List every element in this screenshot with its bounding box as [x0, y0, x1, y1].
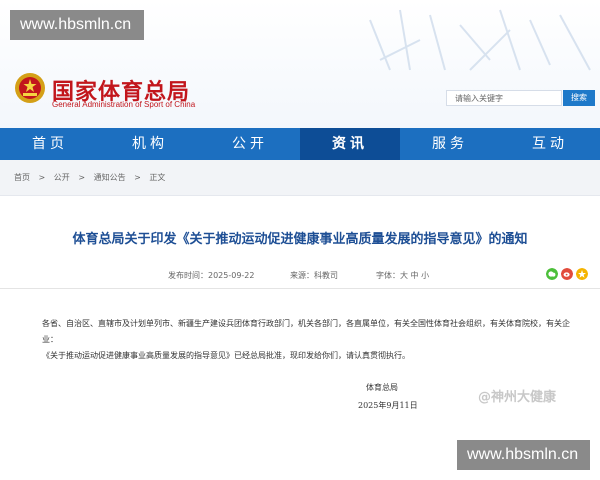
signature-date: 2025年9月11日 — [358, 401, 418, 410]
site-logo-english: General Administration of Sport of China — [52, 100, 196, 109]
nav-item-interaction[interactable]: 互动 — [500, 128, 600, 160]
nav-item-organization[interactable]: 机构 — [100, 128, 200, 160]
breadcrumb-separator: > — [134, 173, 141, 182]
nav-item-home[interactable]: 首页 — [0, 128, 100, 160]
search-input[interactable]: 请输入关键字 — [446, 90, 562, 106]
national-emblem-icon — [15, 73, 45, 103]
wechat-icon[interactable] — [546, 268, 558, 280]
header-decoration — [369, 9, 591, 71]
font-size-control[interactable]: 字体：大 中 小 — [376, 270, 429, 281]
signature-organization: 体育总局 — [366, 383, 398, 392]
watermark-top: www.hbsmln.cn — [10, 10, 144, 40]
main-nav: 首页 机构 公开 资讯 服务 互动 — [0, 128, 600, 160]
article-title: 体育总局关于印发《关于推动运动促进健康事业高质量发展的指导意见》的通知 — [72, 232, 528, 247]
nav-item-public[interactable]: 公开 — [200, 128, 300, 160]
corner-watermark: @神州大健康 — [478, 390, 557, 405]
breadcrumb-current: 正文 — [149, 173, 166, 182]
breadcrumb-notices[interactable]: 通知公告 — [94, 173, 126, 182]
breadcrumb-separator: > — [38, 173, 46, 182]
qzone-icon[interactable] — [576, 268, 588, 280]
breadcrumb-home[interactable]: 首页 — [14, 173, 30, 182]
weibo-icon[interactable] — [561, 268, 573, 280]
search-button[interactable]: 搜索 — [563, 90, 595, 106]
watermark-bottom: www.hbsmln.cn — [457, 440, 590, 470]
nav-item-services[interactable]: 服务 — [400, 128, 500, 160]
breadcrumb-public[interactable]: 公开 — [54, 173, 70, 182]
article-paragraph: 《关于推动运动促进健康事业高质量发展的指导意见》已经总局批准，现印发给你们，请认… — [42, 351, 410, 360]
nav-item-news[interactable]: 资讯 — [300, 128, 400, 160]
breadcrumb: 首页 > 公开 > 通知公告 > 正文 — [0, 160, 600, 196]
publish-date: 发布时间：2025-09-22 — [168, 271, 255, 280]
article-body: 各省、自治区、直辖市及计划单列市、新疆生产建设兵团体育行政部门，机关各部门，各直… — [42, 316, 582, 364]
content-divider — [0, 288, 600, 289]
article-paragraph: 各省、自治区、直辖市及计划单列市、新疆生产建设兵团体育行政部门，机关各部门，各直… — [42, 319, 570, 344]
article-source: 来源：科教司 — [290, 271, 338, 280]
breadcrumb-separator: > — [78, 173, 86, 182]
